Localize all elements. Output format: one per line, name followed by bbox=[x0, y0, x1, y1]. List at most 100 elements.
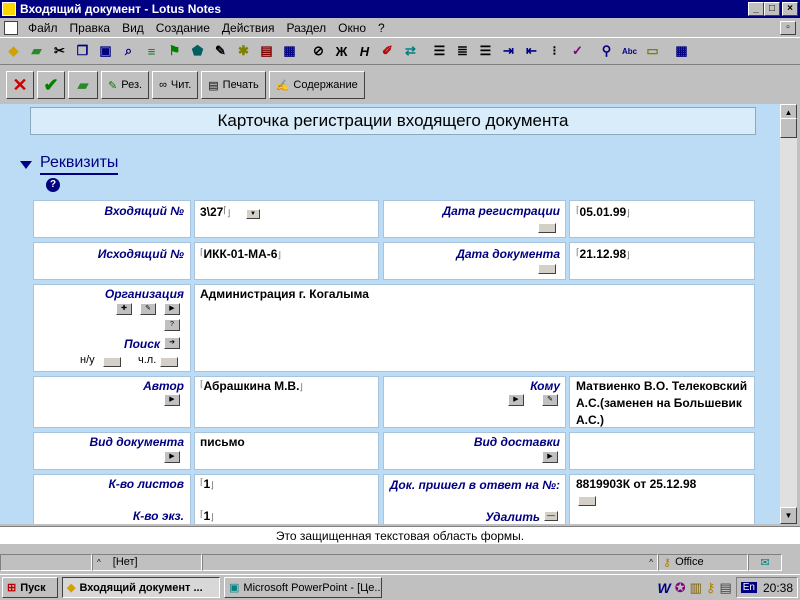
start-button[interactable]: ⊞ Пуск bbox=[2, 577, 58, 598]
edit-org-button[interactable]: ✎ bbox=[140, 303, 156, 315]
reply-button[interactable] bbox=[578, 496, 596, 506]
align-center-icon[interactable]: ≣ bbox=[451, 40, 474, 63]
find-icon[interactable]: ⌕ bbox=[117, 40, 140, 63]
org-help-button[interactable]: ? bbox=[164, 319, 180, 331]
restore-button[interactable]: ▫ bbox=[780, 20, 796, 35]
attach-icon[interactable]: ⊘ bbox=[307, 40, 330, 63]
nu-button[interactable] bbox=[103, 357, 121, 367]
incoming-no-field[interactable]: 3\27⌈⌋ bbox=[200, 205, 230, 219]
menu-view[interactable]: Вид bbox=[116, 21, 150, 35]
navigator-icon[interactable]: ⬟ bbox=[186, 40, 209, 63]
menu-help[interactable]: ? bbox=[372, 21, 391, 35]
scroll-down-button[interactable]: ▼ bbox=[780, 507, 797, 524]
reg-date-button[interactable] bbox=[538, 223, 556, 233]
menu-file[interactable]: Файл bbox=[22, 21, 64, 35]
incoming-no-dropdown[interactable]: ▼ bbox=[246, 209, 260, 219]
chl-button[interactable] bbox=[160, 357, 178, 367]
search-icon[interactable]: ⚲ bbox=[595, 40, 618, 63]
doc-type-open-button[interactable]: ▶ bbox=[164, 451, 180, 463]
sparkle-icon[interactable]: ✱ bbox=[232, 40, 255, 63]
collapse-triangle-icon[interactable] bbox=[20, 160, 32, 169]
align-left-icon[interactable]: ☰ bbox=[428, 40, 451, 63]
open-org-button[interactable]: ▶ bbox=[164, 303, 180, 315]
italic-icon[interactable]: Н bbox=[353, 40, 376, 63]
bookmark-icon[interactable]: ⚑ bbox=[163, 40, 186, 63]
document-icon[interactable] bbox=[4, 20, 18, 35]
refresh-icon[interactable]: ⇄ bbox=[399, 40, 422, 63]
tray-app-icon[interactable]: ▤ bbox=[719, 580, 731, 596]
org-value: Администрация г. Когалыма bbox=[200, 287, 369, 301]
author-open-button[interactable]: ▶ bbox=[164, 394, 180, 406]
delivery-open-button[interactable]: ▶ bbox=[542, 451, 558, 463]
delivery-cell[interactable] bbox=[569, 432, 755, 470]
author-field[interactable]: ⌈Абрашкина М.В.⌋ bbox=[200, 379, 303, 393]
search-arrow-button[interactable]: ➔ bbox=[164, 337, 180, 349]
contents-button[interactable]: ✍ Содержание bbox=[268, 71, 365, 99]
print-button[interactable]: ▤ Печать bbox=[201, 71, 266, 99]
open-icon[interactable]: ◆ bbox=[2, 40, 25, 63]
highlight-icon[interactable]: ✐ bbox=[376, 40, 399, 63]
field-icon[interactable]: ▭ bbox=[641, 40, 664, 63]
clock[interactable]: 20:38 bbox=[763, 581, 793, 595]
res-button[interactable]: ✎ Рез. bbox=[101, 71, 150, 99]
read-button[interactable]: ∞ Чит. bbox=[152, 71, 199, 99]
menu-actions[interactable]: Действия bbox=[216, 21, 281, 35]
vertical-scrollbar[interactable]: ▲ ▼ bbox=[780, 104, 797, 524]
outgoing-no-field[interactable]: ⌈ИКК-01-МА-6⌋ bbox=[200, 247, 281, 261]
maximize-button[interactable]: □ bbox=[764, 2, 780, 16]
close-button[interactable]: × bbox=[782, 2, 798, 16]
status-pane-3[interactable]: ^ bbox=[202, 553, 658, 571]
copy-icon[interactable]: ❐ bbox=[71, 40, 94, 63]
book-icon[interactable]: ▥ bbox=[690, 580, 702, 596]
indent-icon[interactable]: ⇥ bbox=[497, 40, 520, 63]
edit-icon[interactable]: ✎ bbox=[209, 40, 232, 63]
mail-icon[interactable]: ✉ bbox=[748, 553, 782, 571]
bullets-icon[interactable]: ⁝ bbox=[543, 40, 566, 63]
word-icon[interactable]: W bbox=[657, 580, 670, 596]
delete-button[interactable]: — bbox=[544, 511, 558, 521]
action-bar: ✕ ✔ ▰ ✎ Рез. ∞ Чит. ▤ Печать ✍ Содержание bbox=[0, 67, 800, 103]
print-icon[interactable]: ▤ bbox=[255, 40, 278, 63]
minimize-button[interactable]: _ bbox=[748, 2, 764, 16]
add-org-button[interactable]: ✚ bbox=[116, 303, 132, 315]
spell-icon[interactable]: ✓ bbox=[566, 40, 589, 63]
task-lotus-notes[interactable]: ◆ Входящий документ ... bbox=[62, 577, 220, 598]
to-edit-button[interactable]: ✎ bbox=[542, 394, 558, 406]
table-icon[interactable]: ▦ bbox=[278, 40, 301, 63]
section-header[interactable]: Реквизиты bbox=[20, 154, 119, 175]
menu-create[interactable]: Создание bbox=[150, 21, 216, 35]
doc-date-field[interactable]: ⌈21.12.98⌋ bbox=[576, 247, 630, 261]
ruler-icon[interactable]: ≡ bbox=[140, 40, 163, 63]
res-label: Рез. bbox=[121, 79, 143, 91]
copies-field[interactable]: ⌈1⌋ bbox=[200, 509, 214, 523]
grid-icon[interactable]: ▦ bbox=[670, 40, 693, 63]
align-right-icon[interactable]: ☰ bbox=[474, 40, 497, 63]
doc-date-button[interactable] bbox=[538, 264, 556, 274]
task-powerpoint[interactable]: ▣ Microsoft PowerPoint - [Це... bbox=[224, 577, 382, 598]
menu-section[interactable]: Раздел bbox=[280, 21, 332, 35]
help-icon[interactable]: ? bbox=[46, 178, 60, 192]
status-pane-2[interactable]: ^ [Нет] bbox=[92, 553, 202, 571]
menu-edit[interactable]: Правка bbox=[64, 21, 117, 35]
status-pane-1[interactable] bbox=[0, 553, 92, 571]
text-icon[interactable]: Abc bbox=[618, 40, 641, 63]
save-button[interactable]: ✔ bbox=[37, 71, 65, 99]
database-icon[interactable]: ▰ bbox=[25, 40, 48, 63]
sheets-field[interactable]: ⌈1⌋ bbox=[200, 477, 214, 491]
paste-icon[interactable]: ▣ bbox=[94, 40, 117, 63]
key-tray-icon[interactable]: ⚷ bbox=[706, 580, 716, 596]
window-title: Входящий документ - Lotus Notes bbox=[20, 2, 222, 16]
cut-icon[interactable]: ✂ bbox=[48, 40, 71, 63]
reg-date-field[interactable]: ⌈05.01.99⌋ bbox=[576, 205, 630, 219]
to-open-button[interactable]: ▶ bbox=[508, 394, 524, 406]
outdent-icon[interactable]: ⇤ bbox=[520, 40, 543, 63]
cancel-button[interactable]: ✕ bbox=[6, 71, 34, 99]
ie-icon[interactable]: ✪ bbox=[675, 580, 686, 596]
language-indicator[interactable]: En bbox=[740, 582, 757, 593]
menu-window[interactable]: Окно bbox=[332, 21, 372, 35]
app-icon[interactable] bbox=[2, 2, 16, 16]
scroll-thumb[interactable] bbox=[780, 118, 797, 138]
bold-icon[interactable]: Ж bbox=[330, 40, 353, 63]
folder-button[interactable]: ▰ bbox=[68, 71, 98, 99]
location-pane[interactable]: ⚷ Office bbox=[658, 553, 748, 571]
